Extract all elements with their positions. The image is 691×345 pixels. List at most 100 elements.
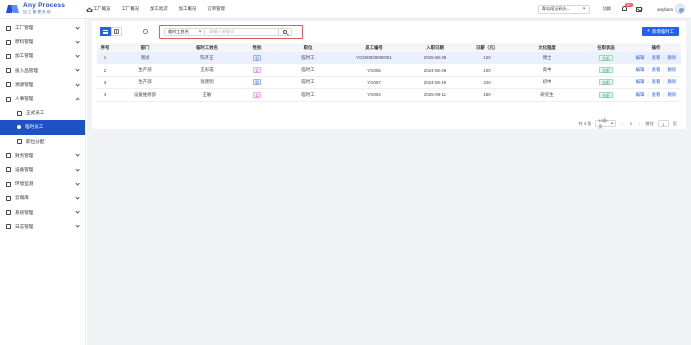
sidebar-item-trace[interactable]: 溯源管理 — [0, 78, 85, 92]
sidebar-item-processing[interactable]: 加工管理 — [0, 49, 85, 63]
status-badge: 在职 — [598, 91, 614, 98]
sidebar-item-temp-staff[interactable]: 临时员工 — [0, 120, 85, 135]
column-settings-button[interactable] — [141, 27, 150, 36]
chevron-down-icon — [75, 223, 80, 229]
cell-index: 2 — [103, 67, 107, 73]
column-header: 职位 — [303, 44, 313, 50]
cell-employee-no: YG056 — [367, 67, 381, 73]
sidebar-item-label: 工厂管理 — [15, 25, 34, 31]
search-button[interactable] — [279, 27, 292, 36]
staff-table: 序号 部门 临时工姓名 性别 职位 员工编号 入职日期 日薪（元） 文化程度 在… — [97, 43, 681, 102]
device-icon — [6, 167, 11, 173]
column-header: 操作 — [651, 44, 661, 50]
column-header: 序号 — [100, 44, 110, 50]
list-view-button[interactable] — [100, 27, 111, 36]
grid-icon — [114, 29, 119, 35]
sidebar-item-devices[interactable]: 设备管理 — [0, 163, 85, 177]
table-row[interactable]: 1 测试 陈齐正 男 临时工 YG200828090001 2025-08-28… — [97, 52, 681, 65]
next-page-button[interactable]: › — [637, 121, 641, 126]
logo-icon — [5, 3, 20, 15]
column-header: 员工编号 — [365, 44, 383, 50]
cell-employee-no: YG057 — [367, 79, 381, 85]
main-content: 临时工姓名 + 新增临时工 序号 部门 临时工姓名 性别 职位 员工编号 入职日… — [87, 19, 691, 345]
sidebar-item-label: 系统管理 — [15, 209, 34, 215]
sidebar-item-cloud[interactable]: 云端库 — [0, 191, 85, 205]
notification-button[interactable]: 99+ — [621, 2, 634, 14]
gender-tag: 男 — [252, 54, 262, 61]
topnav-label: 工厂概览 — [93, 6, 111, 11]
cell-education: 初中 — [542, 79, 552, 85]
sidebar-item-positions[interactable]: 职位分配 — [0, 135, 85, 149]
edit-link[interactable]: 编辑 — [636, 79, 645, 85]
username[interactable]: anyfarm — [657, 7, 673, 12]
cell-daily-wage: 100 — [483, 67, 491, 73]
total-count: 共 4 条 — [578, 120, 592, 126]
sidebar-item-label: 设备管理 — [15, 166, 34, 172]
cell-employee-no: YG054 — [367, 92, 381, 98]
edit-link[interactable]: 编辑 — [636, 55, 645, 61]
edit-link[interactable]: 编辑 — [636, 92, 645, 98]
sidebar-item-environment[interactable]: 环境监测 — [0, 177, 85, 191]
topnav-label: 加工批次 — [150, 6, 168, 11]
goto-page-input[interactable]: 1 — [657, 120, 669, 127]
edit-link[interactable]: 编辑 — [636, 67, 645, 73]
chevron-down-icon — [75, 152, 80, 158]
sidebar-item-materials[interactable]: 原料管理 — [0, 35, 85, 49]
sidebar-item-hr[interactable]: 人事管理 — [0, 92, 85, 106]
content-card: 临时工姓名 + 新增临时工 序号 部门 临时工姓名 性别 职位 员工编号 入职日… — [92, 21, 686, 129]
chevron-down-icon — [75, 195, 80, 200]
table-row[interactable]: 3 生产部 张建明 男 临时工 YG057 2024-08-19 220 初中 … — [97, 77, 681, 90]
sidebar-item-label: 临时员工 — [25, 124, 44, 130]
add-temp-staff-button[interactable]: + 新增临时工 — [641, 27, 679, 36]
site-select[interactable]: 青岛阳记码头... — [537, 4, 590, 14]
view-link[interactable]: 查看 — [652, 67, 661, 73]
current-page[interactable]: 1 — [628, 121, 633, 126]
mail-icon[interactable] — [636, 6, 643, 12]
topnav-batches[interactable]: 加工批次 — [150, 6, 168, 12]
sidebar-item-factory[interactable]: 工厂管理 — [0, 21, 85, 35]
avatar[interactable] — [675, 4, 685, 14]
topnav-label: 加工概况 — [178, 6, 197, 11]
sidebar-item-logs[interactable]: 日志管理 — [0, 220, 85, 234]
view-link[interactable]: 查看 — [652, 79, 661, 85]
view-link[interactable]: 查看 — [652, 92, 661, 98]
user-icon — [17, 110, 22, 116]
cell-join-date: 2024-08-28 — [423, 67, 447, 73]
search-input[interactable] — [205, 27, 279, 36]
sidebar-item-supplies[interactable]: 投入品管理 — [0, 64, 85, 78]
table-row[interactable]: 2 生产部 王彩霞 女 临时工 YG056 2024-08-28 100 高中 … — [97, 64, 681, 77]
cell-department: 设备维修部 — [134, 91, 156, 97]
plus-icon: + — [646, 27, 651, 34]
topnav-orders[interactable]: 订单管理 — [207, 6, 225, 12]
view-link[interactable]: 查看 — [652, 55, 661, 61]
topnav-label: 订单管理 — [207, 6, 225, 11]
topnav-process-status[interactable]: 加工概况 — [179, 6, 197, 12]
topnav-factory-overview[interactable]: 工厂概览 — [86, 6, 111, 13]
cell-index: 4 — [103, 92, 107, 98]
chevron-down-icon — [75, 81, 80, 87]
search-field-select[interactable]: 临时工姓名 — [164, 27, 205, 36]
sidebar-item-system[interactable]: 系统管理 — [0, 205, 85, 219]
prev-page-button[interactable]: ‹ — [620, 121, 624, 126]
trace-icon — [6, 82, 11, 88]
gender-tag: 女 — [252, 67, 262, 74]
app-logo[interactable]: Any Process 加工管理系统 — [0, 3, 86, 15]
sidebar-item-label: 环境监测 — [15, 181, 34, 187]
sidebar-item-finance[interactable]: 财务管理 — [0, 149, 85, 163]
system-icon — [6, 210, 11, 216]
topnav-factory-status[interactable]: 工厂概况 — [122, 6, 140, 12]
delete-link[interactable]: 删除 — [668, 79, 677, 85]
grid-view-button[interactable] — [111, 27, 122, 36]
sidebar-item-regular-staff[interactable]: 正式员工 — [0, 106, 85, 120]
cell-department: 测试 — [140, 54, 150, 60]
people-icon — [6, 96, 11, 102]
pagination: 共 4 条 10条/页 ‹ 1 › 前往 1 页 — [578, 118, 677, 129]
delete-link[interactable]: 删除 — [668, 92, 677, 98]
page-size-select[interactable]: 10条/页 — [595, 118, 617, 129]
delete-link[interactable]: 删除 — [668, 55, 677, 61]
switch-button[interactable]: 切换 — [603, 6, 611, 12]
delete-link[interactable]: 删除 — [668, 67, 677, 73]
cell-education: 高中 — [542, 67, 552, 73]
top-nav: 工厂概览 工厂概况 加工批次 加工概况 订单管理 — [86, 6, 225, 13]
table-row[interactable]: 4 设备维修部 王敏 女 临时工 YG054 2025-08-11 150 研究… — [97, 89, 681, 102]
